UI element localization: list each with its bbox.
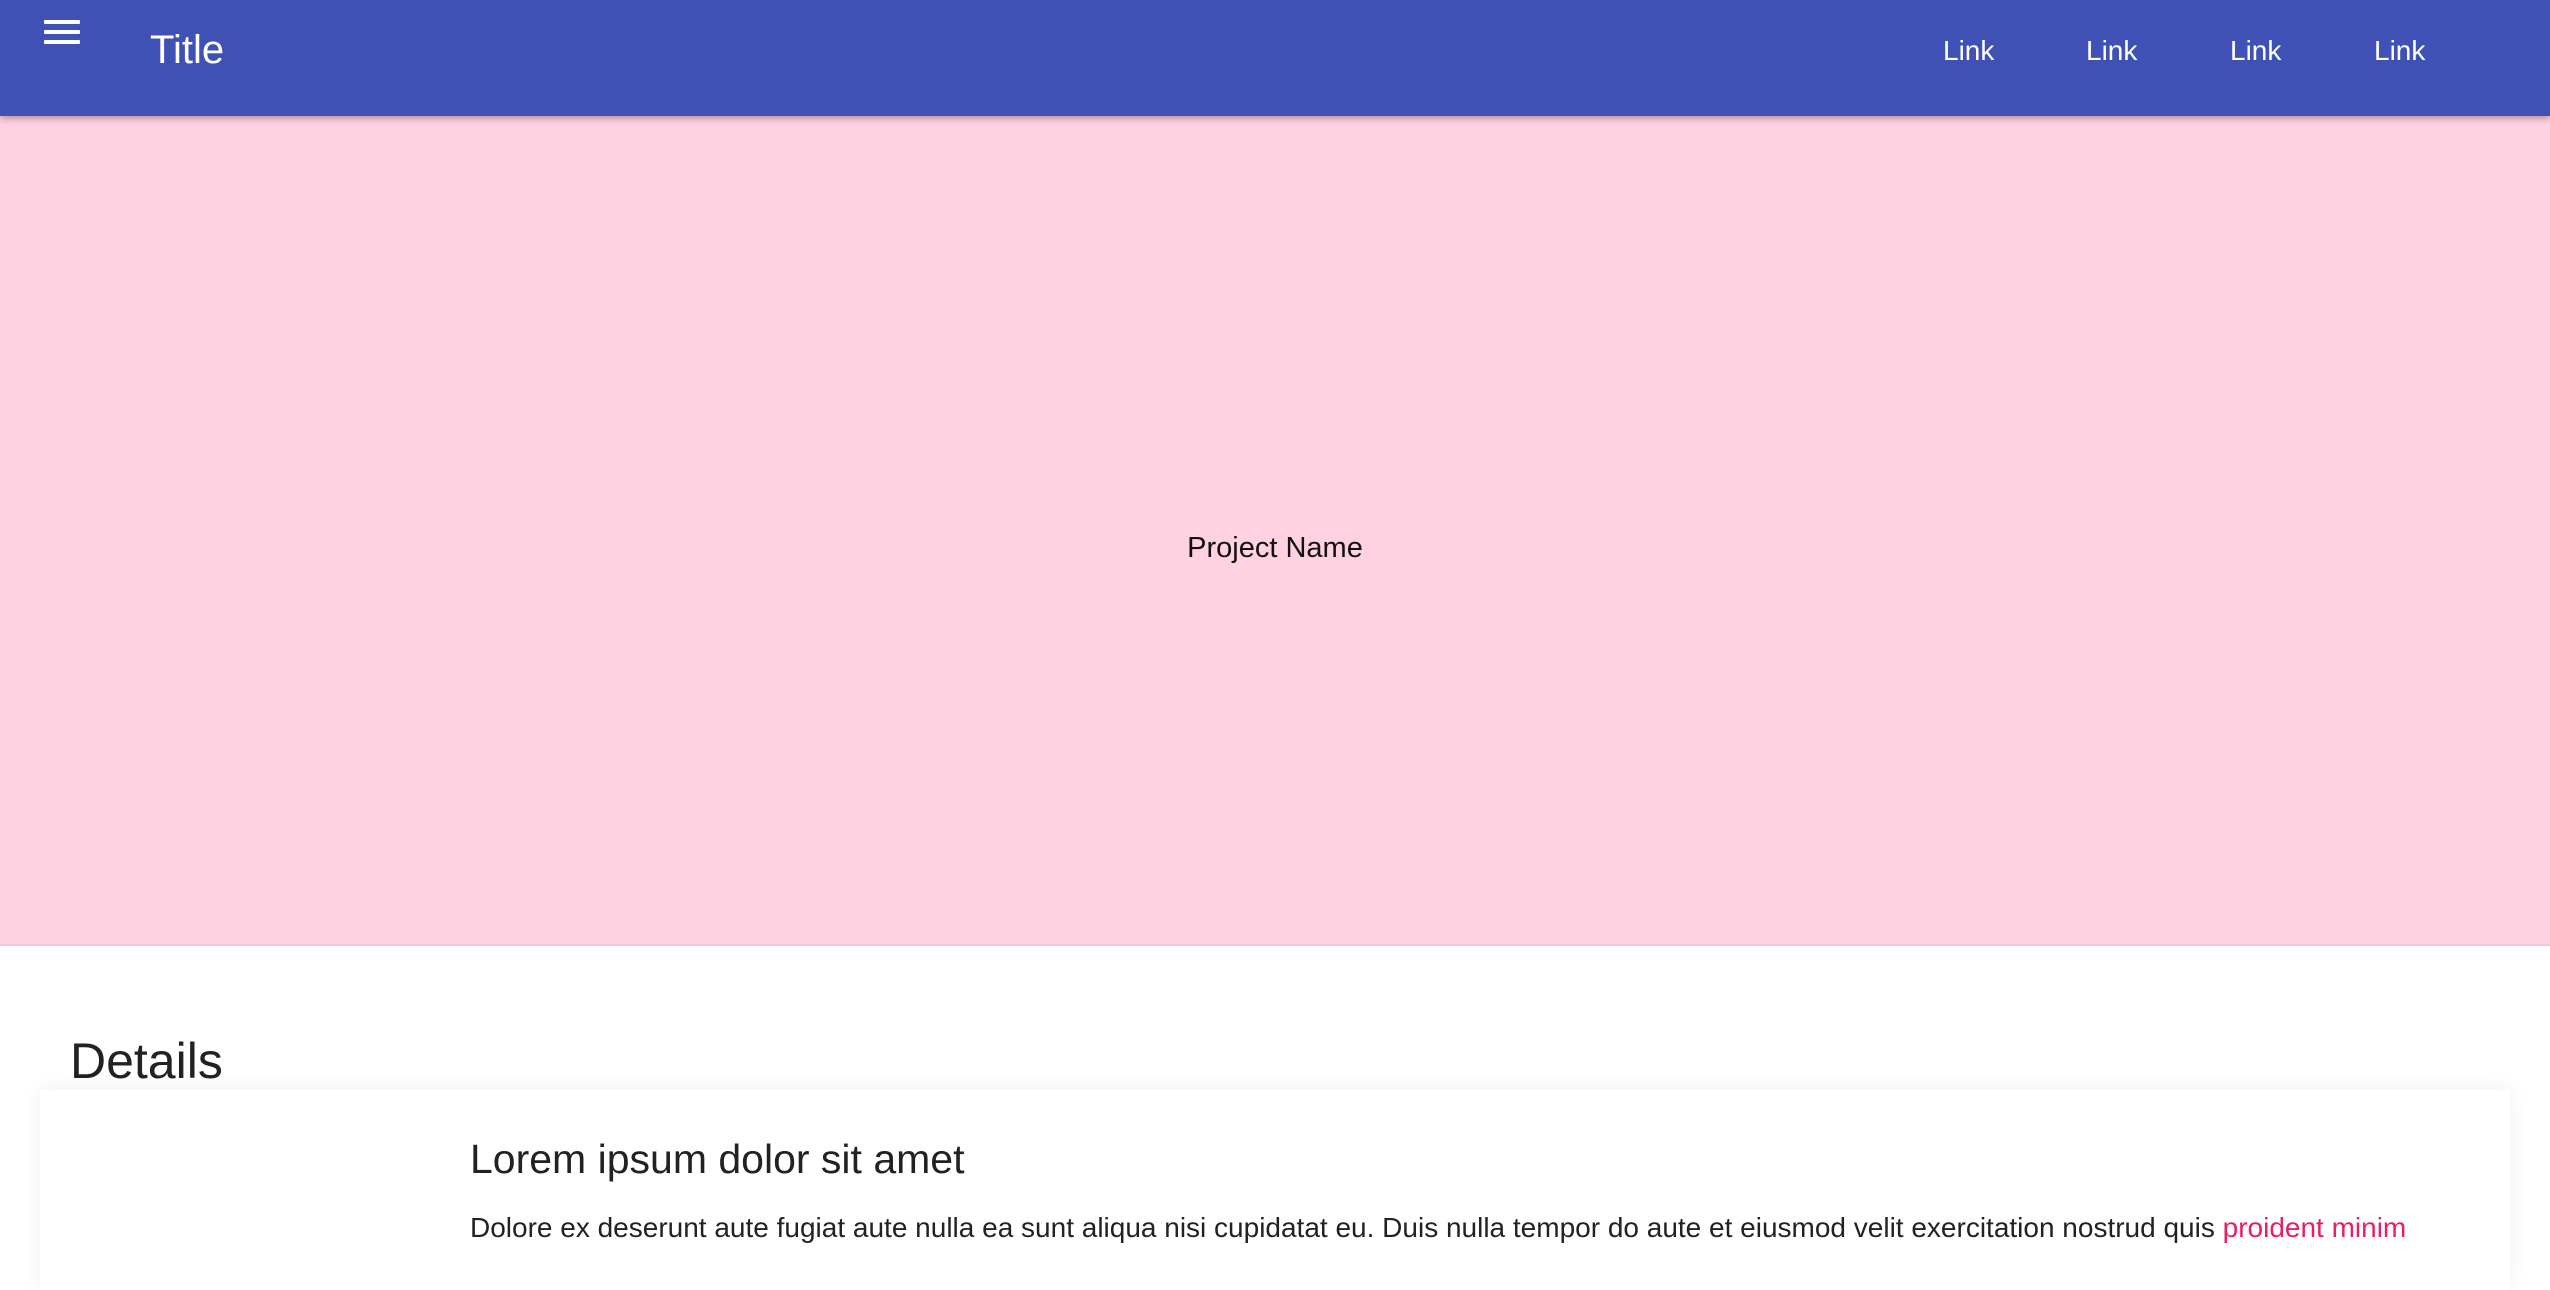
article-body: Dolore ex deserunt aute fugiat aute null…: [470, 1212, 2223, 1243]
nav-link-4[interactable]: Link: [2374, 34, 2425, 68]
nav-link-2[interactable]: Link: [2086, 34, 2137, 68]
details-heading: Details: [70, 1033, 223, 1089]
app-title: Title: [150, 28, 225, 72]
menu-bar-line: [44, 30, 80, 34]
article-text: Dolore ex deserunt aute fugiat aute null…: [470, 1210, 2406, 1246]
nav-link-3[interactable]: Link: [2230, 34, 2281, 68]
hamburger-menu-icon[interactable]: [40, 14, 84, 54]
project-name: Project Name: [1187, 532, 1363, 564]
menu-bar-line: [44, 20, 80, 24]
hero-banner: Project Name: [0, 116, 2550, 946]
article-card: [40, 1090, 2510, 1290]
menu-bar-line: [44, 40, 80, 44]
article-link[interactable]: proident minim: [2223, 1212, 2407, 1243]
article-title: Lorem ipsum dolor sit amet: [470, 1136, 965, 1182]
app-bar: Title Link Link Link Link: [0, 0, 2550, 116]
nav-link-1[interactable]: Link: [1943, 34, 1994, 68]
